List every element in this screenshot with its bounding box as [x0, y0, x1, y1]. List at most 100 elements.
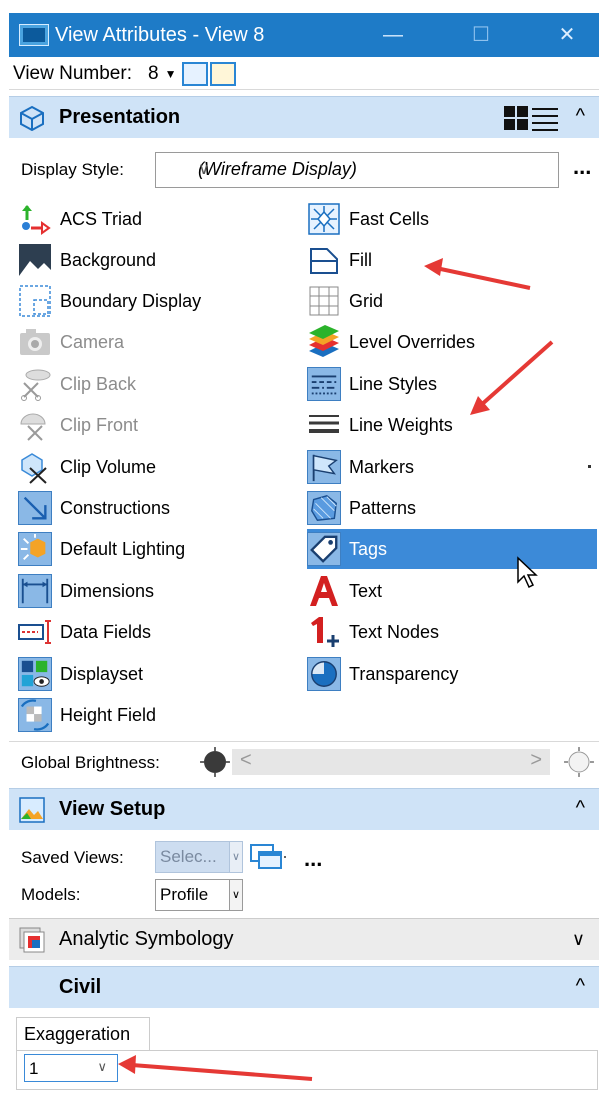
attr-grid[interactable]: Grid: [307, 281, 597, 321]
chevron-down-icon: ∨: [229, 841, 243, 873]
attr-boundary-display[interactable]: Boundary Display: [18, 281, 298, 321]
display-style-select[interactable]: (Wireframe Display) ∨: [155, 152, 559, 188]
view-number-value[interactable]: 8: [148, 63, 159, 85]
slider-right-icon[interactable]: >: [530, 749, 542, 772]
light-brightness-icon: [564, 747, 594, 777]
attr-label: Camera: [60, 331, 125, 352]
attr-clip-back[interactable]: Clip Back: [18, 364, 298, 404]
markers-submenu-indicator: [588, 465, 591, 468]
attr-label: Dimensions: [60, 580, 155, 601]
fill-icon: [310, 248, 338, 274]
attr-label: Patterns: [349, 497, 417, 518]
display-style-label: Display Style:: [21, 160, 124, 179]
attr-label: Boundary Display: [60, 290, 202, 311]
attr-background[interactable]: Background: [18, 240, 298, 280]
select-view-icon[interactable]: [210, 61, 237, 86]
attr-label: Line Weights: [349, 414, 453, 435]
expand-chevron-icon[interactable]: ∨: [572, 929, 585, 950]
analytic-symbology-section-header[interactable]: Analytic Symbology ∨: [9, 918, 599, 960]
attr-label: Height Field: [60, 704, 157, 725]
view-setup-section-header[interactable]: View Setup ^: [9, 788, 599, 830]
app-icon: [19, 24, 49, 46]
chevron-down-icon: ∨: [97, 1059, 107, 1074]
attr-clip-volume[interactable]: Clip Volume: [18, 447, 298, 487]
saved-views-more-button[interactable]: ...: [304, 846, 322, 872]
chevron-down-icon: ∨: [198, 161, 210, 178]
attr-tags[interactable]: Tags: [307, 529, 597, 569]
attr-displayset[interactable]: Displayset: [18, 654, 298, 694]
constructions-icon: [18, 491, 52, 525]
attr-label: Clip Back: [60, 373, 137, 394]
transparency-icon: [307, 657, 341, 691]
exaggeration-select[interactable]: 1 ∨: [24, 1054, 118, 1082]
attr-label: Text: [349, 580, 383, 601]
cube-icon: [20, 105, 44, 131]
view-number-dropdown-icon[interactable]: ▼: [165, 67, 177, 81]
attr-dimensions[interactable]: Dimensions: [18, 571, 298, 611]
list-view-icon[interactable]: [531, 105, 559, 131]
grid-icon: [309, 286, 339, 316]
attr-fast-cells[interactable]: Fast Cells: [307, 199, 597, 239]
attr-label: Clip Volume: [60, 456, 157, 477]
attr-label: Default Lighting: [60, 538, 186, 559]
close-button[interactable]: ✕: [543, 13, 591, 57]
saved-views-select[interactable]: Selec... ∨: [155, 841, 243, 873]
display-style-more-button[interactable]: ...: [573, 154, 591, 180]
attr-fill[interactable]: Fill: [307, 240, 597, 280]
attr-clip-front[interactable]: Clip Front: [18, 405, 298, 445]
attr-default-lighting[interactable]: Default Lighting: [18, 529, 298, 569]
presentation-section-header[interactable]: Presentation ^: [9, 96, 599, 138]
attr-label: Text Nodes: [349, 621, 440, 642]
attr-markers[interactable]: Markers: [307, 447, 597, 487]
attr-patterns[interactable]: Patterns: [307, 488, 597, 528]
civil-section-header[interactable]: Civil ^: [9, 966, 599, 1008]
view-windows-icon[interactable]: [182, 61, 209, 86]
attr-text-nodes[interactable]: Text Nodes: [307, 612, 597, 652]
level-overrides-icon: [309, 325, 339, 357]
attr-line-weights[interactable]: Line Weights: [307, 405, 597, 445]
presentation-title: Presentation: [59, 106, 181, 128]
attr-acs-triad[interactable]: ACS Triad: [18, 199, 298, 239]
exaggeration-tab-label: Exaggeration: [24, 1024, 131, 1044]
minimize-button[interactable]: —: [369, 13, 417, 57]
collapse-chevron-icon[interactable]: ^: [576, 797, 585, 820]
attr-camera[interactable]: Camera: [18, 322, 298, 362]
maximize-button[interactable]: ☐: [457, 13, 505, 57]
line-styles-icon: [307, 367, 341, 401]
view-setup-icon: [19, 796, 45, 823]
attr-data-fields[interactable]: Data Fields: [18, 612, 298, 652]
attr-text[interactable]: Text: [307, 571, 597, 611]
display-style-row: Display Style: (Wireframe Display) ∨ ...: [9, 146, 599, 194]
slider-left-icon[interactable]: <: [240, 749, 252, 772]
attr-label: Displayset: [60, 663, 144, 684]
camera-icon: [20, 329, 50, 355]
attr-label: Grid: [349, 290, 384, 311]
collapse-chevron-icon[interactable]: ^: [576, 975, 585, 998]
grid-view-icon[interactable]: [503, 105, 529, 131]
saved-views-windows-icon[interactable]: [249, 843, 287, 871]
tab-exaggeration[interactable]: Exaggeration: [16, 1017, 150, 1051]
text-a-icon: [310, 576, 338, 606]
attr-level-overrides[interactable]: Level Overrides: [307, 322, 597, 362]
analytic-symbology-title: Analytic Symbology: [59, 928, 234, 950]
attr-height-field[interactable]: Height Field: [18, 695, 298, 735]
attr-label: Line Styles: [349, 373, 438, 394]
clip-front-icon: [20, 413, 46, 441]
exaggeration-value: 1: [29, 1059, 39, 1078]
text-nodes-icon: [311, 617, 339, 647]
brightness-slider[interactable]: < >: [232, 749, 550, 775]
attr-label: Tags: [349, 538, 388, 559]
models-select[interactable]: Profile ∨: [155, 879, 243, 911]
view-setup-title: View Setup: [59, 798, 166, 820]
attr-label: Clip Front: [60, 414, 139, 435]
attr-label: Markers: [349, 456, 415, 477]
attr-line-styles[interactable]: Line Styles: [307, 364, 597, 404]
fast-cells-icon: [308, 203, 340, 235]
attr-constructions[interactable]: Constructions: [18, 488, 298, 528]
patterns-icon: [307, 491, 341, 525]
attr-label: Fast Cells: [349, 208, 430, 229]
collapse-chevron-icon[interactable]: ^: [576, 105, 585, 128]
attr-transparency[interactable]: Transparency: [307, 654, 597, 694]
dimensions-icon: [18, 574, 52, 608]
view-number-row: View Number: 8 ▼: [9, 58, 599, 90]
